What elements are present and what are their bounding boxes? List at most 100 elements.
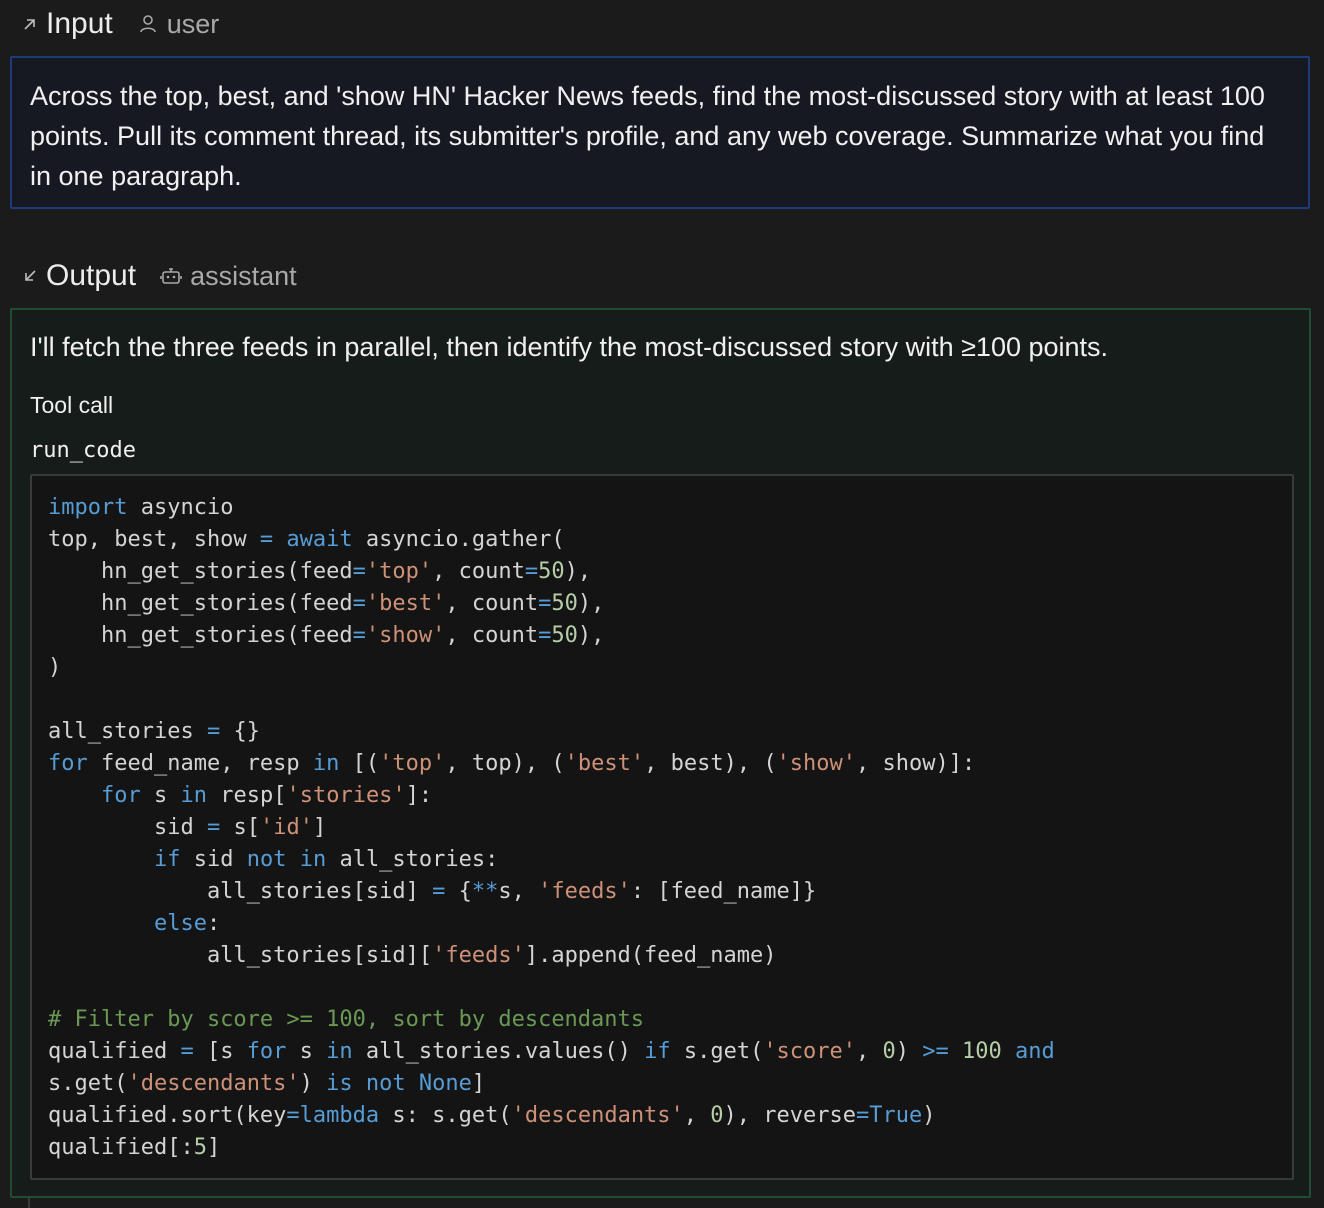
code-token: ), [564, 559, 592, 584]
code-token: , best), ( [644, 751, 777, 776]
output-section-header: Output assistant [22, 256, 297, 296]
code-token: ] [312, 815, 327, 840]
code-token: ]: [405, 783, 433, 808]
code-token: ** [471, 879, 499, 904]
code-token: feed_name, resp [87, 751, 313, 776]
code-token: ].append(feed_name) [524, 943, 777, 968]
code-line: for s in resp['stories']: [48, 783, 432, 808]
code-token: s, [498, 879, 539, 904]
assistant-message: I'll fetch the three feeds in parallel, … [30, 332, 1109, 362]
code-token: 50 [538, 559, 565, 584]
code-token: all_stories: [326, 847, 499, 872]
code-token: , count [432, 559, 525, 584]
code-token: lambda [299, 1103, 380, 1128]
code-token: qualified.sort(key [48, 1103, 287, 1128]
code-token: 'top' [365, 559, 433, 584]
code-token: 'show' [365, 623, 446, 648]
tool-name: run_code [30, 438, 136, 463]
code-token: = [524, 559, 539, 584]
code-token: ] [471, 1071, 486, 1096]
code-token: = [856, 1103, 870, 1128]
code-token: qualified [48, 1039, 181, 1064]
arrow-down-left-icon [25, 270, 36, 281]
code-token: # Filter by score >= 100, sort by descen… [48, 1007, 645, 1032]
output-role-label: assistant [190, 260, 297, 291]
code-token: in [180, 783, 207, 808]
code-token: [s [193, 1039, 247, 1064]
code-token: 'top' [379, 751, 446, 776]
arrow-up-right-icon [24, 19, 35, 30]
code-token: ), reverse [723, 1103, 856, 1128]
code-token: not [246, 847, 287, 872]
code-token: in [312, 751, 340, 776]
code-token: True [869, 1103, 923, 1128]
code-token: { [445, 879, 472, 904]
code-token: s [286, 1039, 327, 1064]
code-line: all_stories[sid]['feeds'].append(feed_na… [48, 943, 777, 968]
code-token: = [206, 815, 221, 840]
code-token: , show)]: [856, 751, 976, 776]
code-line: all_stories[sid] = {**s, 'feeds': [feed_… [48, 879, 816, 904]
code-token: all_stories.values() [352, 1039, 645, 1064]
code-token: if [644, 1039, 671, 1064]
code-token: {} [220, 719, 260, 744]
code-token: = [538, 623, 552, 648]
code-token: asyncio.gather( [352, 527, 565, 552]
code-line: qualified[:5] [48, 1135, 220, 1160]
code-token: else [153, 911, 207, 936]
code-token: await [286, 527, 353, 552]
code-line: qualified.sort(key=lambda s: s.get('desc… [48, 1103, 935, 1128]
code-token: if [153, 847, 181, 872]
code-line: # Filter by score >= 100, sort by descen… [48, 1007, 644, 1032]
code-token: asyncio [127, 495, 234, 520]
divider [28, 1198, 30, 1208]
code-token: 'score' [763, 1039, 857, 1064]
tool-call-label: Tool call [30, 392, 114, 418]
code-token: >= [922, 1039, 949, 1064]
code-token: 100 [962, 1039, 1002, 1064]
code-token: resp[ [206, 783, 287, 808]
code-line: qualified = [s for s in all_stories.valu… [48, 1039, 1055, 1064]
code-token: 'descendants' [127, 1071, 300, 1096]
code-token: , top), ( [445, 751, 565, 776]
code-block: import asyncio top, best, show = await a… [30, 474, 1294, 1180]
code-token: : [206, 911, 221, 936]
code-token: , [856, 1039, 883, 1064]
code-token: for [100, 783, 141, 808]
code-line: for feed_name, resp in [('top', top), ('… [48, 751, 975, 776]
code-token: in [299, 847, 327, 872]
code-token: = [432, 879, 446, 904]
code-content: import asyncio top, best, show = await a… [48, 492, 1055, 1164]
code-token: sid [48, 815, 207, 840]
code-token: not [365, 1071, 406, 1096]
code-line: hn_get_stories(feed='best', count=50), [48, 591, 604, 616]
code-token: ) [299, 1071, 327, 1096]
code-line: import asyncio [48, 495, 233, 520]
input-title: Input [46, 7, 113, 40]
code-token: ), [577, 591, 605, 616]
code-token: [( [339, 751, 380, 776]
code-token: 50 [551, 623, 578, 648]
code-token: qualified[: [48, 1135, 194, 1160]
code-token: s[ [220, 815, 260, 840]
code-token: 0 [710, 1103, 724, 1128]
user-message: Across the top, best, and 'show HN' Hack… [30, 81, 1265, 191]
code-token: = [352, 591, 366, 616]
code-token: = [259, 527, 274, 552]
code-token: = [206, 719, 221, 744]
input-message-panel: Across the top, best, and 'show HN' Hack… [10, 56, 1310, 209]
code-token: 'best' [365, 591, 446, 616]
code-line: else: [48, 911, 220, 936]
code-token: 50 [551, 591, 578, 616]
user-icon [139, 15, 156, 33]
code-token: 'stories' [286, 783, 406, 808]
code-token: hn_get_stories(feed [48, 559, 353, 584]
code-token: is [326, 1071, 353, 1096]
